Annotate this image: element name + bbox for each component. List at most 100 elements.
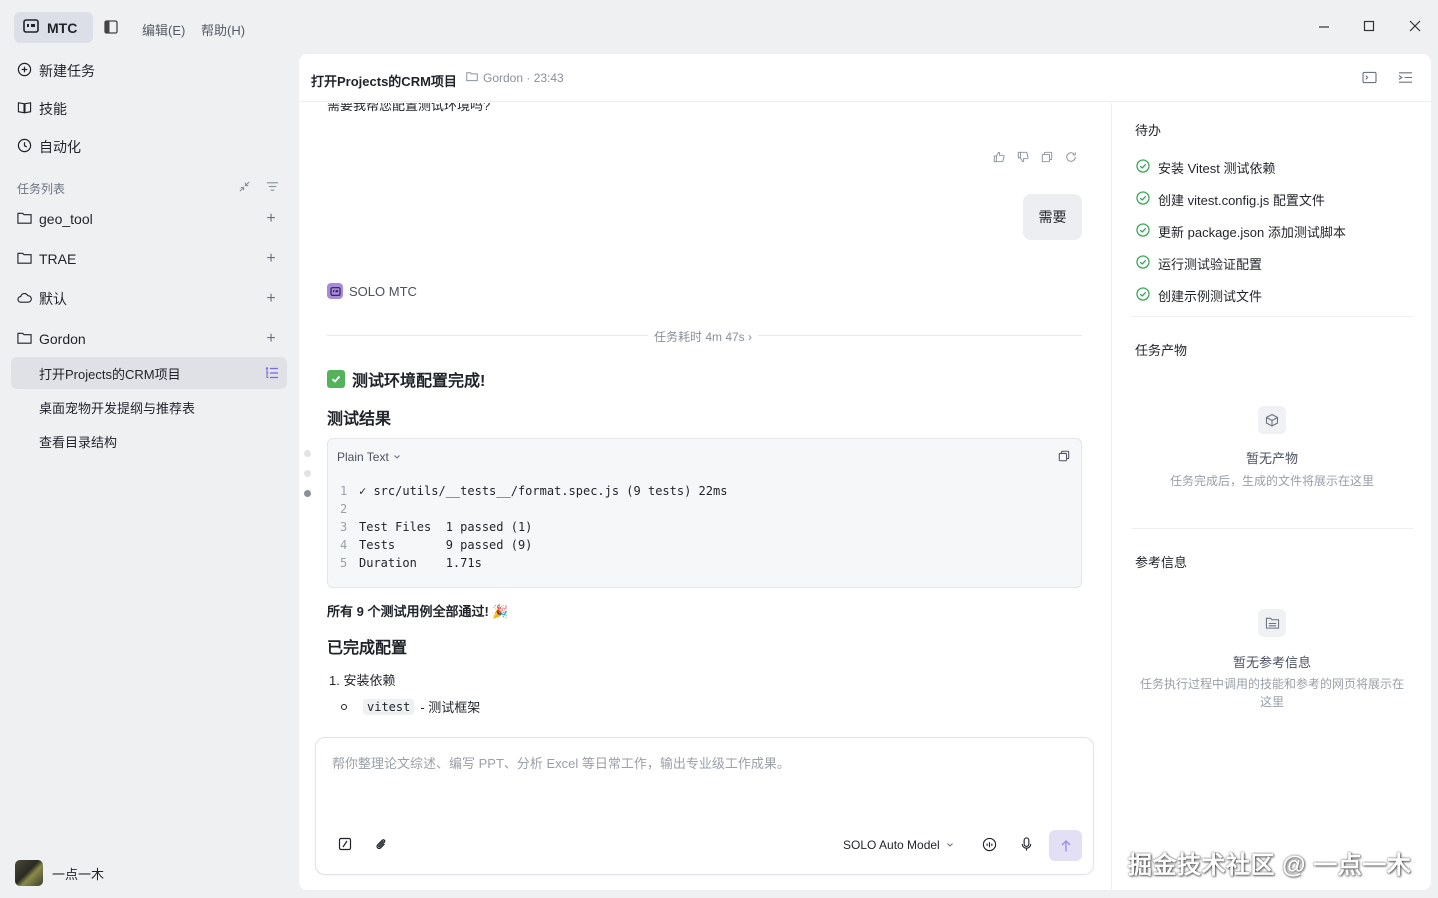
task-item[interactable]: 查看目录结构 [11,425,287,457]
microphone-icon[interactable] [1020,837,1033,855]
model-selector[interactable]: SOLO Auto Model [843,838,954,852]
todo-text: 更新 package.json 添加测试脚本 [1158,225,1346,240]
cloud-icon [17,291,32,308]
nav-label: 自动化 [39,139,81,155]
task-label: 桌面宠物开发提纲与推荐表 [39,400,196,416]
sidebar: 新建任务 技能 自动化 任务列表 geo_tool + TRAE + 默认 + … [0,54,298,898]
copy-code-icon[interactable] [1058,450,1070,465]
add-task-button[interactable]: + [261,249,281,269]
app-logo-icon [23,19,39,36]
artifacts-empty-desc: 任务完成后，生成的文件将展示在这里 [1169,474,1374,488]
folder-file-icon [1258,609,1286,637]
folder-default[interactable]: 默认 + [17,287,285,311]
avatar [15,860,43,886]
user-name: 一点一木 [52,866,105,882]
maximize-icon[interactable] [1361,18,1377,34]
filter-icon[interactable] [266,180,279,196]
user-profile[interactable]: 一点一木 [15,860,104,886]
divider [1132,528,1413,529]
references-title: 参考信息 [1135,555,1188,570]
nav-new-task[interactable]: 新建任务 [17,59,95,83]
folder-trae[interactable]: TRAE + [17,247,285,271]
slash-command-icon[interactable] [338,837,352,854]
todo-item: 更新 package.json 添加测试脚本 [1136,222,1346,241]
folder-label: geo_tool [39,211,93,227]
thumbs-down-icon[interactable] [1017,151,1029,166]
code-lines: 1 ✓ src/utils/__tests__/format.spec.js (9… [340,482,727,572]
nav-label: 技能 [39,101,67,117]
collapse-icon[interactable] [238,180,251,196]
book-icon [17,100,32,118]
config-heading: 已完成配置 [327,640,408,657]
folder-icon [17,331,32,348]
nav-automation[interactable]: 自动化 [17,135,81,159]
todo-text: 安装 Vitest 测试依赖 [1158,161,1276,176]
chevron-down-icon [393,455,400,459]
list-item: vitest - 测试框架 [341,697,480,716]
user-message-text: 需要 [1038,209,1067,225]
menu-edit[interactable]: 编辑(E) [142,20,185,39]
folder-gordon[interactable]: Gordon + [17,327,285,351]
nav-skills[interactable]: 技能 [17,97,67,121]
add-task-button[interactable]: + [261,289,281,309]
task-list-icon[interactable] [265,366,279,383]
todo-item: 安装 Vitest 测试依赖 [1136,158,1276,177]
folder-label: 默认 [39,291,67,307]
todo-text: 创建示例测试文件 [1158,289,1263,304]
todo-item: 创建 vitest.config.js 配置文件 [1136,190,1325,209]
main-panel: 打开Projects的CRM项目 Gordon · 23:43 需要我帮您配置测… [299,54,1431,890]
code-line: 1 ✓ src/utils/__tests__/format.spec.js (9… [340,484,728,498]
title-bar: MTC 编辑(E) 帮助(H) [0,0,1438,54]
check-mark-icon [327,370,345,388]
todo-item: 创建示例测试文件 [1136,286,1262,305]
prompt-input[interactable] [332,756,1072,771]
code-block: Plain Text 1 ✓ src/utils/__tests__/format… [327,438,1082,588]
app-switcher[interactable]: MTC [14,12,93,43]
message-text: 需要我帮您配置测试环境吗? [327,103,491,113]
task-label: 打开Projects的CRM项目 [39,366,181,382]
agent-name: SOLO MTC [349,283,417,299]
task-title: 打开Projects的CRM项目 [311,74,457,89]
user-message-bubble: 需要 [1023,194,1082,240]
minimize-icon[interactable] [1316,18,1332,34]
pass-summary: 所有 9 个测试用例全部通过! 🎉 [327,604,509,619]
menu-help[interactable]: 帮助(H) [201,20,245,39]
folder-label: TRAE [39,251,77,267]
todo-title: 待办 [1135,123,1162,138]
regenerate-icon[interactable] [1065,151,1077,166]
task-item[interactable]: 桌面宠物开发提纲与推荐表 [11,391,287,423]
chevron-down-icon [946,843,953,847]
code-line: 4 Tests 9 passed (9) [340,538,533,552]
folder-icon [17,211,32,228]
folder-icon [466,71,478,85]
thumbs-up-icon[interactable] [993,151,1005,166]
todo-text: 创建 vitest.config.js 配置文件 [1158,193,1325,208]
plus-circle-icon [17,62,32,80]
arrow-up-icon [1061,839,1070,851]
panel-toggle-icon[interactable] [1398,71,1413,87]
references-empty-desc: 任务执行过程中调用的技能和参考的网页将展示在这里 [1139,677,1404,709]
terminal-icon[interactable] [1362,71,1377,87]
voice-chat-icon[interactable] [982,837,997,855]
check-circle-icon [1136,255,1150,272]
check-circle-icon [1136,191,1150,208]
sidebar-toggle-icon[interactable] [104,20,118,37]
check-circle-icon [1136,159,1150,176]
check-circle-icon [1136,287,1150,304]
task-item-active[interactable]: 打开Projects的CRM项目 [11,357,287,389]
send-button[interactable] [1049,830,1082,861]
code-language-select[interactable]: Plain Text [337,450,401,464]
copy-icon[interactable] [1041,151,1053,166]
code-language: Plain Text [337,450,389,464]
add-task-button[interactable]: + [261,209,281,229]
folder-geo-tool[interactable]: geo_tool + [17,207,285,231]
code-line: 5 Duration 1.71s [340,556,482,570]
close-window-icon[interactable] [1407,18,1423,34]
add-task-button[interactable]: + [261,329,281,349]
references-empty-title: 暂无参考信息 [1232,655,1311,670]
agent-logo-icon [327,283,343,299]
message-actions [993,151,1077,166]
task-duration[interactable]: 任务耗时 4m 47s › [648,328,759,345]
agent-tag: SOLO MTC [327,283,417,299]
attachment-icon[interactable] [374,837,388,854]
